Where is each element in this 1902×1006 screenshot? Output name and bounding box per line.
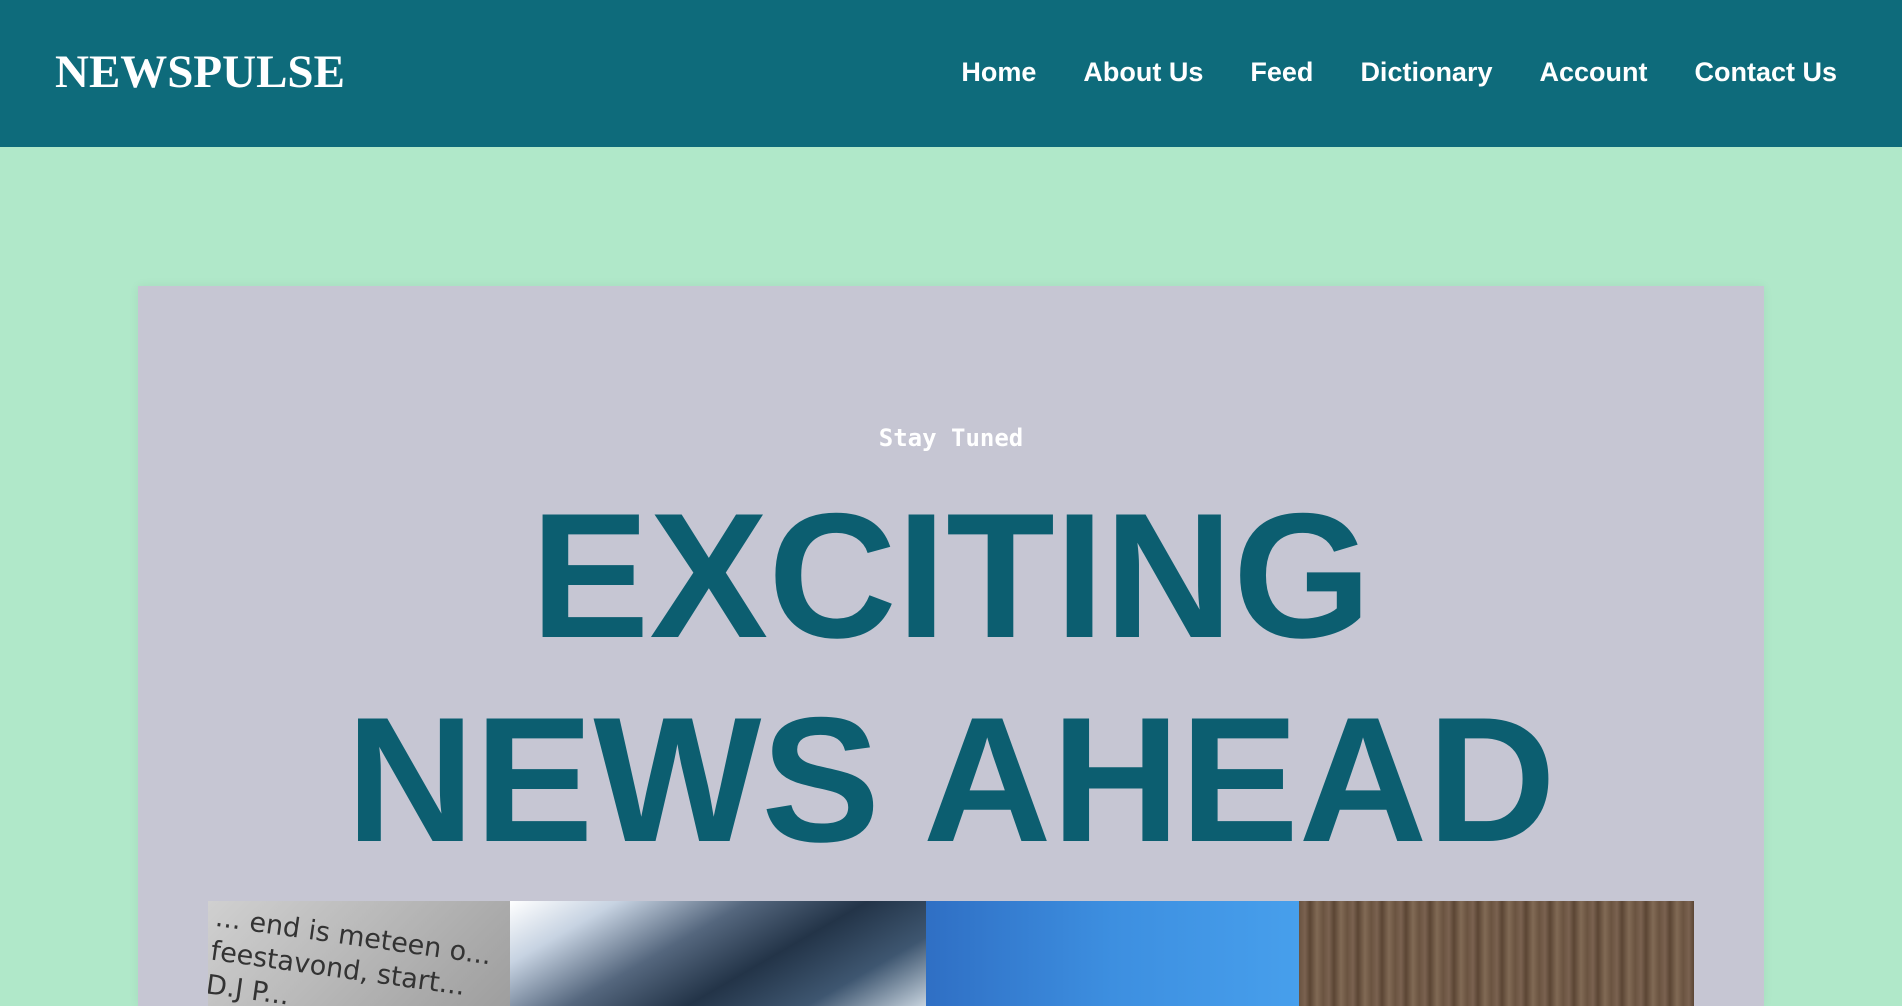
face-closeup-photo	[510, 901, 926, 1006]
hero-kicker: Stay Tuned	[878, 424, 1024, 452]
newspaper-text: ... end is meteen o... feestavond, start…	[208, 901, 493, 1006]
newspaper-photo: ... end is meteen o... feestavond, start…	[208, 901, 510, 1006]
hero-headline: EXCITING NEWS AHEAD	[138, 474, 1764, 882]
main-nav: Home About Us Feed Dictionary Account Co…	[961, 52, 1837, 92]
brand-logo[interactable]: NEWSPULSE	[55, 44, 345, 100]
hero-headline-line-2: NEWS AHEAD	[346, 680, 1556, 879]
nav-dictionary-link[interactable]: Dictionary	[1360, 52, 1492, 92]
nav-about-us-link[interactable]: About Us	[1083, 52, 1203, 92]
hero-headline-line-1: EXCITING	[530, 476, 1372, 675]
wood-texture-photo	[1299, 901, 1694, 1006]
nav-home-link[interactable]: Home	[961, 52, 1036, 92]
hero-image-gallery: ... end is meteen o... feestavond, start…	[208, 901, 1694, 1006]
nav-account-link[interactable]: Account	[1539, 52, 1647, 92]
blue-gradient-photo	[926, 901, 1299, 1006]
hero-card: Stay Tuned EXCITING NEWS AHEAD ... end i…	[138, 286, 1764, 1006]
nav-contact-us-link[interactable]: Contact Us	[1694, 52, 1837, 92]
nav-feed-link[interactable]: Feed	[1250, 52, 1313, 92]
top-navigation-bar: NEWSPULSE Home About Us Feed Dictionary …	[0, 0, 1902, 147]
